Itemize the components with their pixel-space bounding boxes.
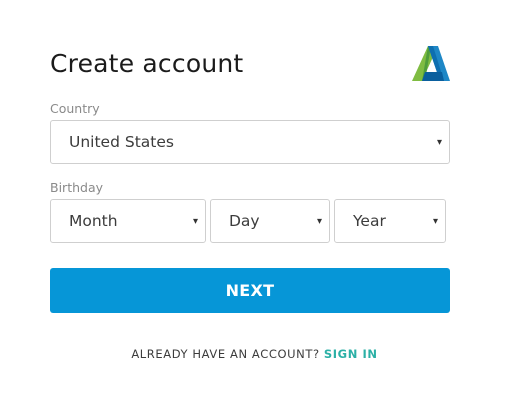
- chevron-down-icon: ▾: [436, 137, 442, 148]
- autodesk-logo-icon: [412, 46, 450, 81]
- signin-prompt: ALREADY HAVE AN ACCOUNT? SIGN IN: [0, 346, 509, 362]
- birthday-label: Birthday: [50, 180, 104, 195]
- country-select[interactable]: United States ▾: [50, 120, 450, 164]
- year-select-value: Year: [353, 212, 386, 230]
- next-button[interactable]: NEXT: [50, 268, 450, 313]
- chevron-down-icon: ▾: [192, 216, 198, 227]
- chevron-down-icon: ▾: [316, 216, 322, 227]
- chevron-down-icon: ▾: [432, 216, 438, 227]
- year-select[interactable]: Year ▾: [334, 199, 446, 243]
- month-select-value: Month: [69, 212, 118, 230]
- day-select-value: Day: [229, 212, 260, 230]
- sign-in-link[interactable]: SIGN IN: [324, 347, 378, 361]
- page-title: Create account: [50, 49, 244, 78]
- day-select[interactable]: Day ▾: [210, 199, 330, 243]
- already-have-account-text: ALREADY HAVE AN ACCOUNT?: [131, 347, 320, 361]
- country-label: Country: [50, 101, 100, 116]
- country-select-value: United States: [69, 133, 174, 151]
- month-select[interactable]: Month ▾: [50, 199, 206, 243]
